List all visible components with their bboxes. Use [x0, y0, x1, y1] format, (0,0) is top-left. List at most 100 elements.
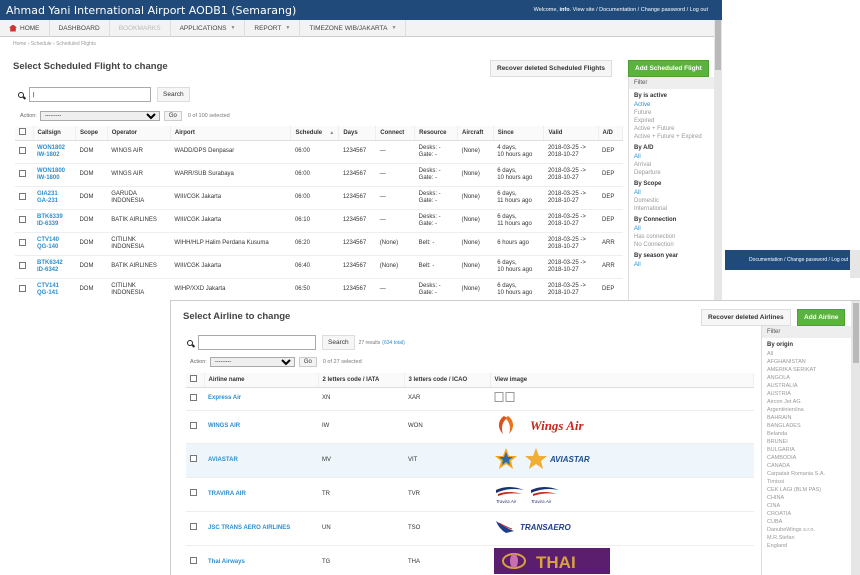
- filter-option[interactable]: AMERIKA SERIKAT: [762, 366, 851, 374]
- nav-applications[interactable]: APPLICATIONS ▼: [171, 19, 246, 37]
- scrollbar[interactable]: [850, 250, 860, 278]
- nav-report[interactable]: REPORT ▼: [245, 19, 301, 37]
- row-checkbox[interactable]: [190, 489, 197, 496]
- airline-name-link[interactable]: AVIASTAR: [208, 457, 238, 463]
- callsign-link[interactable]: CTV141 QG-141: [37, 283, 59, 296]
- filter-option[interactable]: Active + Future: [629, 125, 714, 133]
- row-checkbox[interactable]: [190, 557, 197, 564]
- table-row[interactable]: WON1800 IW-1800 DOM WINGS AIR WARR/SUB Surab…: [15, 163, 623, 187]
- row-checkbox[interactable]: [19, 169, 26, 177]
- filter-option[interactable]: BANGLADES: [762, 422, 851, 430]
- table-row[interactable]: CTV140 QG-140 DOM CITILINK INDONESIA WIHH/HLP…: [15, 232, 623, 256]
- filter-option[interactable]: AFGHANISTAN: [762, 358, 851, 366]
- filter-option[interactable]: CUBA: [762, 518, 851, 526]
- scrollbar[interactable]: [851, 301, 860, 575]
- scrollbar-thumb[interactable]: [715, 20, 721, 70]
- filter-option[interactable]: Expired: [629, 117, 714, 125]
- filter-option[interactable]: Arrival: [629, 161, 714, 169]
- col-header[interactable]: A/D: [598, 126, 624, 141]
- filter-option[interactable]: Timisoi: [762, 478, 851, 486]
- col-header[interactable]: View image: [490, 373, 754, 388]
- filter-option[interactable]: All: [629, 153, 714, 161]
- airline-name-link[interactable]: JSC TRANS AERO AIRLINES: [208, 525, 290, 531]
- filter-option[interactable]: CAMBODIA: [762, 454, 851, 462]
- table-row[interactable]: Express Air XN XAR: [186, 387, 754, 411]
- col-header[interactable]: Aircraft: [457, 126, 494, 141]
- row-checkbox[interactable]: [190, 393, 197, 401]
- table-row[interactable]: WON1802 IW-1802 DOM WINGS AIR WADD/DPS Denpa…: [15, 140, 623, 164]
- add-flight-button[interactable]: Add Scheduled Flight: [628, 60, 709, 77]
- row-checkbox[interactable]: [19, 261, 26, 269]
- filter-option[interactable]: Argentinien/ina: [762, 406, 851, 414]
- filter-option[interactable]: Future: [629, 109, 714, 117]
- filter-option[interactable]: All: [629, 261, 714, 269]
- filter-option[interactable]: No Connection: [629, 241, 714, 249]
- filter-option[interactable]: Departure: [629, 169, 714, 177]
- col-header[interactable]: Scope: [75, 126, 108, 141]
- col-header[interactable]: Connect: [375, 126, 416, 141]
- col-header[interactable]: Callsign: [33, 126, 76, 141]
- filter-option[interactable]: CEK LAGI (BLM PAS): [762, 486, 851, 494]
- filter-option[interactable]: CINA: [762, 502, 851, 510]
- user-links[interactable]: Documentation / Change password / Log ou…: [749, 257, 848, 263]
- row-checkbox[interactable]: [19, 238, 26, 246]
- callsign-link[interactable]: GIA231 GA-231: [37, 191, 58, 204]
- filter-option[interactable]: Active + Future + Expired: [629, 133, 714, 141]
- table-row[interactable]: WINGS AIR IW WON Wings Air: [186, 410, 754, 444]
- filter-option[interactable]: BAHRAIN: [762, 414, 851, 422]
- user-links[interactable]: View site / Documentation / Change passw…: [573, 7, 708, 13]
- search-button[interactable]: Search: [322, 335, 355, 350]
- col-header[interactable]: Resource: [414, 126, 459, 141]
- filter-option[interactable]: Active: [629, 101, 714, 109]
- search-input[interactable]: [29, 87, 151, 102]
- filter-option[interactable]: International: [629, 205, 714, 213]
- col-header[interactable]: 3 letters code / ICAO: [404, 373, 491, 388]
- transaero-logo[interactable]: TRANSAERO: [494, 517, 594, 537]
- add-airline-button[interactable]: Add Airline: [797, 309, 846, 326]
- nav-timezone[interactable]: TIMEZONE WIB/JAKARTA ▼: [300, 19, 407, 37]
- col-header[interactable]: Days: [338, 126, 377, 141]
- row-checkbox[interactable]: [190, 523, 197, 530]
- aviastar-logo[interactable]: AVIASTAR: [494, 447, 606, 471]
- airline-name-link[interactable]: WINGS AIR: [208, 423, 240, 429]
- filter-option[interactable]: AUSTRIA: [762, 390, 851, 398]
- filter-option[interactable]: All: [762, 350, 851, 358]
- recover-flights-button[interactable]: Recover deleted Scheduled Flights: [490, 60, 612, 77]
- table-row[interactable]: CTV141 QG-141 DOM CITILINK INDONESIA WIHP/XXD…: [15, 278, 623, 300]
- filter-option[interactable]: Carpatair Romania S.A.: [762, 470, 851, 478]
- select-all-checkbox[interactable]: [190, 375, 197, 383]
- table-row[interactable]: BTK6342 ID-6342 DOM BATIK AIRLINES WIII/CGK …: [15, 255, 623, 279]
- table-row[interactable]: TRAVIRA AIR TR TVR Travira Air Travira Air: [186, 477, 754, 512]
- table-row[interactable]: JSC TRANS AERO AIRLINES UN TSO TRANSAERO: [186, 511, 754, 546]
- row-checkbox[interactable]: [19, 146, 26, 154]
- table-row[interactable]: Thai Airways TG THA THAI: [186, 545, 754, 575]
- row-checkbox[interactable]: [19, 192, 26, 200]
- row-checkbox[interactable]: [19, 215, 26, 223]
- filter-option[interactable]: Aircon Jet AG: [762, 398, 851, 406]
- callsign-link[interactable]: BTK6339 ID-6339: [37, 214, 63, 227]
- col-header[interactable]: Schedule ▲: [290, 126, 340, 141]
- filter-option[interactable]: Belanda: [762, 430, 851, 438]
- action-select[interactable]: ---------: [39, 111, 160, 121]
- col-header[interactable]: Since: [493, 126, 545, 141]
- row-checkbox[interactable]: [190, 455, 197, 462]
- airline-name-link[interactable]: Thai Airways: [208, 559, 245, 565]
- go-button[interactable]: Go: [163, 111, 182, 121]
- search-button[interactable]: Search: [157, 87, 190, 102]
- nav-dashboard[interactable]: DASHBOARD: [50, 19, 110, 37]
- filter-option[interactable]: All: [629, 225, 714, 233]
- col-header[interactable]: Airline name: [204, 373, 319, 388]
- callsign-link[interactable]: WON1802 IW-1802: [37, 145, 65, 158]
- filter-option[interactable]: England: [762, 542, 851, 550]
- filter-option[interactable]: All: [629, 189, 714, 197]
- col-header[interactable]: Operator: [107, 126, 171, 141]
- filter-option[interactable]: CANADA: [762, 462, 851, 470]
- filter-option[interactable]: M.R.Stefan: [762, 534, 851, 542]
- callsign-link[interactable]: WON1800 IW-1800: [37, 168, 65, 181]
- filter-option[interactable]: Domestic: [629, 197, 714, 205]
- callsign-link[interactable]: BTK6342 ID-6342: [37, 260, 63, 273]
- nav-home[interactable]: HOME: [0, 19, 50, 37]
- action-select[interactable]: ---------: [209, 357, 295, 367]
- wings-air-logo[interactable]: Wings Air: [494, 414, 604, 436]
- document-icon[interactable]: [494, 392, 516, 402]
